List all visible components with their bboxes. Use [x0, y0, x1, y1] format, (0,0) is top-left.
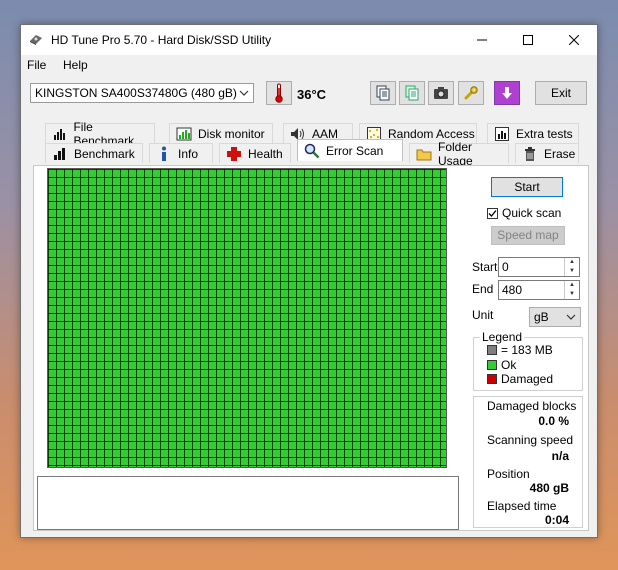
tab-label: Disk monitor	[198, 126, 265, 141]
tab-label: Info	[178, 146, 199, 161]
info-icon	[156, 146, 172, 162]
start-field-label: Start	[472, 260, 498, 274]
minimize-button[interactable]	[459, 25, 505, 55]
legend-title: Legend	[480, 330, 525, 344]
minimize-icon	[477, 39, 487, 41]
benchmark-icon	[52, 146, 68, 162]
health-cross-icon	[226, 146, 242, 162]
tab-erase[interactable]: Erase	[515, 143, 579, 163]
toolbar: KINGSTON SA400S37480G (480 gB) 36°C Exit	[21, 75, 597, 115]
checkmark-icon	[488, 209, 497, 217]
title-bar[interactable]: HD Tune Pro 5.70 - Hard Disk/SSD Utility	[21, 25, 597, 55]
tab-label: Folder Usage	[438, 139, 473, 168]
tab-info[interactable]: Info	[149, 143, 213, 163]
maximize-icon	[523, 35, 533, 45]
trash-icon	[522, 146, 538, 162]
spin-up-icon[interactable]: ▲	[565, 258, 579, 267]
quick-scan-label: Quick scan	[502, 206, 562, 220]
camera-icon	[434, 87, 448, 99]
chevron-down-icon	[566, 314, 576, 320]
legend-block-size-label: = 183 MB	[501, 343, 553, 357]
legend-ok: Ok	[487, 358, 516, 372]
scan-block-map	[47, 168, 447, 468]
position-value: 480 gB	[529, 481, 569, 495]
disk-monitor-icon	[176, 126, 192, 142]
legend-block-swatch	[487, 345, 497, 355]
elapsed-time-label: Elapsed time	[487, 499, 557, 513]
window-title: HD Tune Pro 5.70 - Hard Disk/SSD Utility	[51, 33, 272, 47]
tab-label: Benchmark	[74, 146, 135, 161]
menu-help[interactable]: Help	[63, 58, 88, 72]
thermometer-icon	[275, 83, 283, 103]
start-position-input[interactable]: 0 ▲ ▼	[498, 257, 580, 277]
damaged-blocks-label: Damaged blocks	[487, 399, 577, 413]
tab-label: Health	[248, 146, 283, 161]
exit-button[interactable]: Exit	[535, 81, 587, 105]
tab-file-benchmark[interactable]: File Benchmark	[45, 120, 155, 148]
start-scan-button[interactable]: Start	[491, 177, 563, 197]
menu-file[interactable]: File	[27, 58, 46, 72]
checkbox-box	[487, 207, 498, 219]
legend-block-size: = 183 MB	[487, 343, 553, 357]
tab-label: Extra tests	[516, 126, 573, 141]
temperature-button[interactable]	[266, 81, 292, 105]
screenshot-button[interactable]	[428, 81, 454, 105]
legend-damaged-swatch	[487, 374, 497, 384]
legend-ok-swatch	[487, 360, 497, 370]
save-button[interactable]	[494, 81, 520, 105]
temperature-readout: 36°C	[297, 87, 327, 102]
maximize-button[interactable]	[505, 25, 551, 55]
wrench-icon	[464, 86, 478, 100]
copy-all-icon	[405, 85, 419, 101]
options-button[interactable]	[458, 81, 484, 105]
scanning-speed-value: n/a	[551, 449, 569, 463]
spin-down-icon[interactable]: ▼	[565, 290, 579, 299]
unit-field-label: Unit	[472, 308, 494, 322]
close-icon	[569, 35, 579, 45]
tab-label: Error Scan	[326, 143, 384, 158]
hdtune-app-icon	[30, 35, 42, 45]
legend-damaged-label: Damaged	[501, 372, 554, 386]
drive-select[interactable]: KINGSTON SA400S37480G (480 gB)	[30, 83, 254, 103]
app-window: HD Tune Pro 5.70 - Hard Disk/SSD Utility…	[20, 24, 598, 538]
quick-scan-checkbox[interactable]: Quick scan	[487, 206, 561, 220]
unit-select-value: gB	[534, 310, 549, 324]
start-spin-buttons[interactable]: ▲ ▼	[564, 258, 579, 276]
menu-bar: File Help	[21, 55, 597, 75]
start-position-value: 0	[502, 260, 509, 274]
chevron-down-icon	[239, 90, 249, 96]
close-button[interactable]	[551, 25, 597, 55]
legend-ok-label: Ok	[501, 358, 517, 372]
tab-health[interactable]: Health	[219, 143, 291, 163]
damaged-blocks-value: 0.0 %	[538, 414, 569, 428]
end-spin-buttons[interactable]: ▲ ▼	[564, 281, 579, 299]
spin-down-icon[interactable]: ▼	[565, 267, 579, 276]
legend-damaged: Damaged	[487, 372, 553, 386]
unit-select[interactable]: gB	[529, 307, 581, 327]
position-label: Position	[487, 467, 530, 481]
tab-error-scan[interactable]: Error Scan	[297, 139, 403, 161]
scan-log-box[interactable]	[37, 476, 459, 530]
end-position-input[interactable]: 480 ▲ ▼	[498, 280, 580, 300]
end-position-value: 480	[502, 283, 523, 297]
copy-info-button[interactable]	[370, 81, 396, 105]
elapsed-time-value: 0:04	[544, 513, 569, 527]
tab-disk-monitor[interactable]: Disk monitor	[169, 123, 273, 143]
tab-benchmark[interactable]: Benchmark	[45, 143, 143, 163]
spin-up-icon[interactable]: ▲	[565, 281, 579, 290]
drive-select-value: KINGSTON SA400S37480G (480 gB)	[35, 86, 237, 100]
copy-document-icon	[376, 85, 390, 101]
download-arrow-icon	[502, 87, 512, 99]
tab-label: Erase	[544, 146, 576, 161]
tab-folder-usage[interactable]: Folder Usage	[409, 140, 509, 168]
speed-map-button[interactable]: Speed map	[491, 226, 565, 245]
folder-icon	[416, 146, 432, 162]
copy-all-button[interactable]	[399, 81, 425, 105]
end-field-label: End	[472, 282, 494, 296]
magnifier-icon	[304, 143, 320, 159]
file-benchmark-icon	[52, 126, 67, 142]
scanning-speed-label: Scanning speed	[487, 433, 574, 447]
